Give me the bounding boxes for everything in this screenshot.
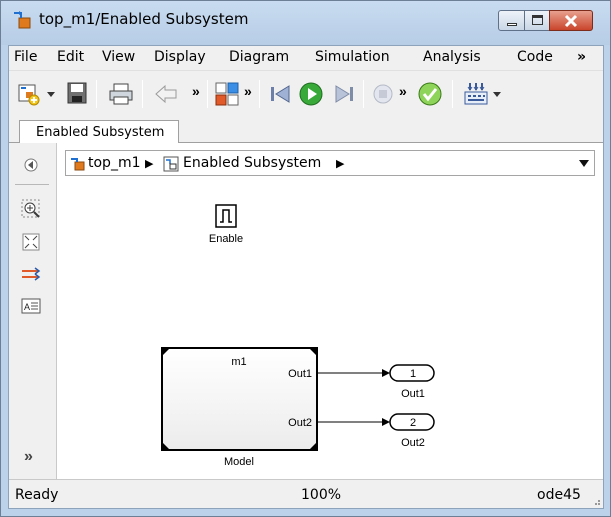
close-button[interactable] bbox=[549, 10, 593, 31]
diagram-canvas[interactable]: top_m1 ▶ Enabled Subsystem ▶ Enable m1 O… bbox=[57, 143, 603, 479]
step-forward-icon[interactable] bbox=[332, 83, 356, 105]
status-bar: Ready 100% ode45 bbox=[9, 479, 603, 508]
annotation-icon[interactable]: A bbox=[21, 296, 41, 316]
menu-diagram[interactable]: Diagram bbox=[229, 49, 289, 65]
menu-analysis[interactable]: Analysis bbox=[423, 49, 481, 65]
simulink-window: top_m1/Enabled Subsystem File Edit View … bbox=[0, 0, 611, 517]
model-advisor-check-icon[interactable] bbox=[417, 81, 443, 107]
svg-text:A: A bbox=[24, 302, 30, 312]
outport-2-number: 2 bbox=[410, 417, 416, 429]
menu-code[interactable]: Code bbox=[517, 49, 553, 65]
status-text: Ready bbox=[15, 487, 59, 503]
signal-line-1[interactable] bbox=[317, 369, 390, 377]
outport-1-number: 1 bbox=[410, 368, 416, 380]
fit-to-view-icon[interactable] bbox=[21, 232, 41, 252]
zoom-icon[interactable] bbox=[21, 199, 41, 219]
toolbar-overflow-2[interactable]: » bbox=[244, 83, 252, 99]
toolbar-overflow-1[interactable]: » bbox=[192, 83, 200, 99]
menu-display[interactable]: Display bbox=[154, 49, 206, 65]
tab-strip: Enabled Subsystem bbox=[9, 116, 603, 144]
stop-icon[interactable] bbox=[372, 83, 394, 105]
close-icon bbox=[564, 14, 578, 28]
maximize-button[interactable] bbox=[524, 10, 550, 31]
simulink-model-icon bbox=[14, 11, 31, 29]
model-port-out1: Out1 bbox=[288, 368, 312, 380]
step-back-icon[interactable] bbox=[269, 83, 293, 105]
window-title: top_m1/Enabled Subsystem bbox=[39, 10, 249, 28]
client-area: File Edit View Display Diagram Simulatio… bbox=[8, 45, 604, 509]
enable-block[interactable] bbox=[215, 204, 237, 228]
model-block-caption: Model bbox=[224, 456, 254, 468]
outport-2-label: Out2 bbox=[401, 437, 425, 449]
hide-browser-icon[interactable] bbox=[21, 155, 41, 175]
build-icon[interactable] bbox=[462, 80, 490, 108]
build-dropdown-icon[interactable] bbox=[492, 91, 502, 99]
model-block-name: m1 bbox=[231, 356, 246, 368]
resize-grip-icon[interactable] bbox=[591, 496, 601, 506]
menu-view[interactable]: View bbox=[102, 49, 135, 65]
palette-expand-icon[interactable]: » bbox=[24, 448, 33, 466]
new-model-dropdown-icon[interactable] bbox=[46, 91, 56, 99]
tool-palette: A » bbox=[9, 143, 57, 479]
signal-line-2[interactable] bbox=[317, 418, 390, 426]
toolbar: » » » bbox=[9, 70, 603, 116]
solver-name[interactable]: ode45 bbox=[537, 487, 581, 503]
print-icon[interactable] bbox=[108, 82, 134, 106]
zoom-level: 100% bbox=[301, 487, 342, 503]
menu-simulation[interactable]: Simulation bbox=[315, 49, 390, 65]
title-bar[interactable]: top_m1/Enabled Subsystem bbox=[1, 1, 610, 45]
outport-1-label: Out1 bbox=[401, 388, 425, 400]
menu-file[interactable]: File bbox=[14, 49, 37, 65]
block-diagram: Enable m1 Out1 Out2 Model 1 Out1 2 Out2 bbox=[161, 204, 435, 468]
back-icon[interactable] bbox=[154, 84, 178, 104]
library-browser-icon[interactable] bbox=[214, 81, 240, 107]
save-icon[interactable] bbox=[66, 81, 88, 105]
new-model-icon[interactable] bbox=[17, 83, 41, 107]
menu-overflow[interactable]: » bbox=[577, 49, 586, 65]
toolbar-overflow-3[interactable]: » bbox=[399, 83, 407, 99]
run-icon[interactable] bbox=[298, 81, 324, 107]
enable-block-label: Enable bbox=[209, 233, 243, 245]
signal-routing-icon[interactable] bbox=[21, 264, 41, 284]
menu-edit[interactable]: Edit bbox=[57, 49, 84, 65]
menu-bar: File Edit View Display Diagram Simulatio… bbox=[9, 46, 603, 70]
tab-enabled-subsystem[interactable]: Enabled Subsystem bbox=[19, 120, 179, 144]
model-port-out2: Out2 bbox=[288, 417, 312, 429]
minimize-button[interactable] bbox=[498, 10, 525, 31]
